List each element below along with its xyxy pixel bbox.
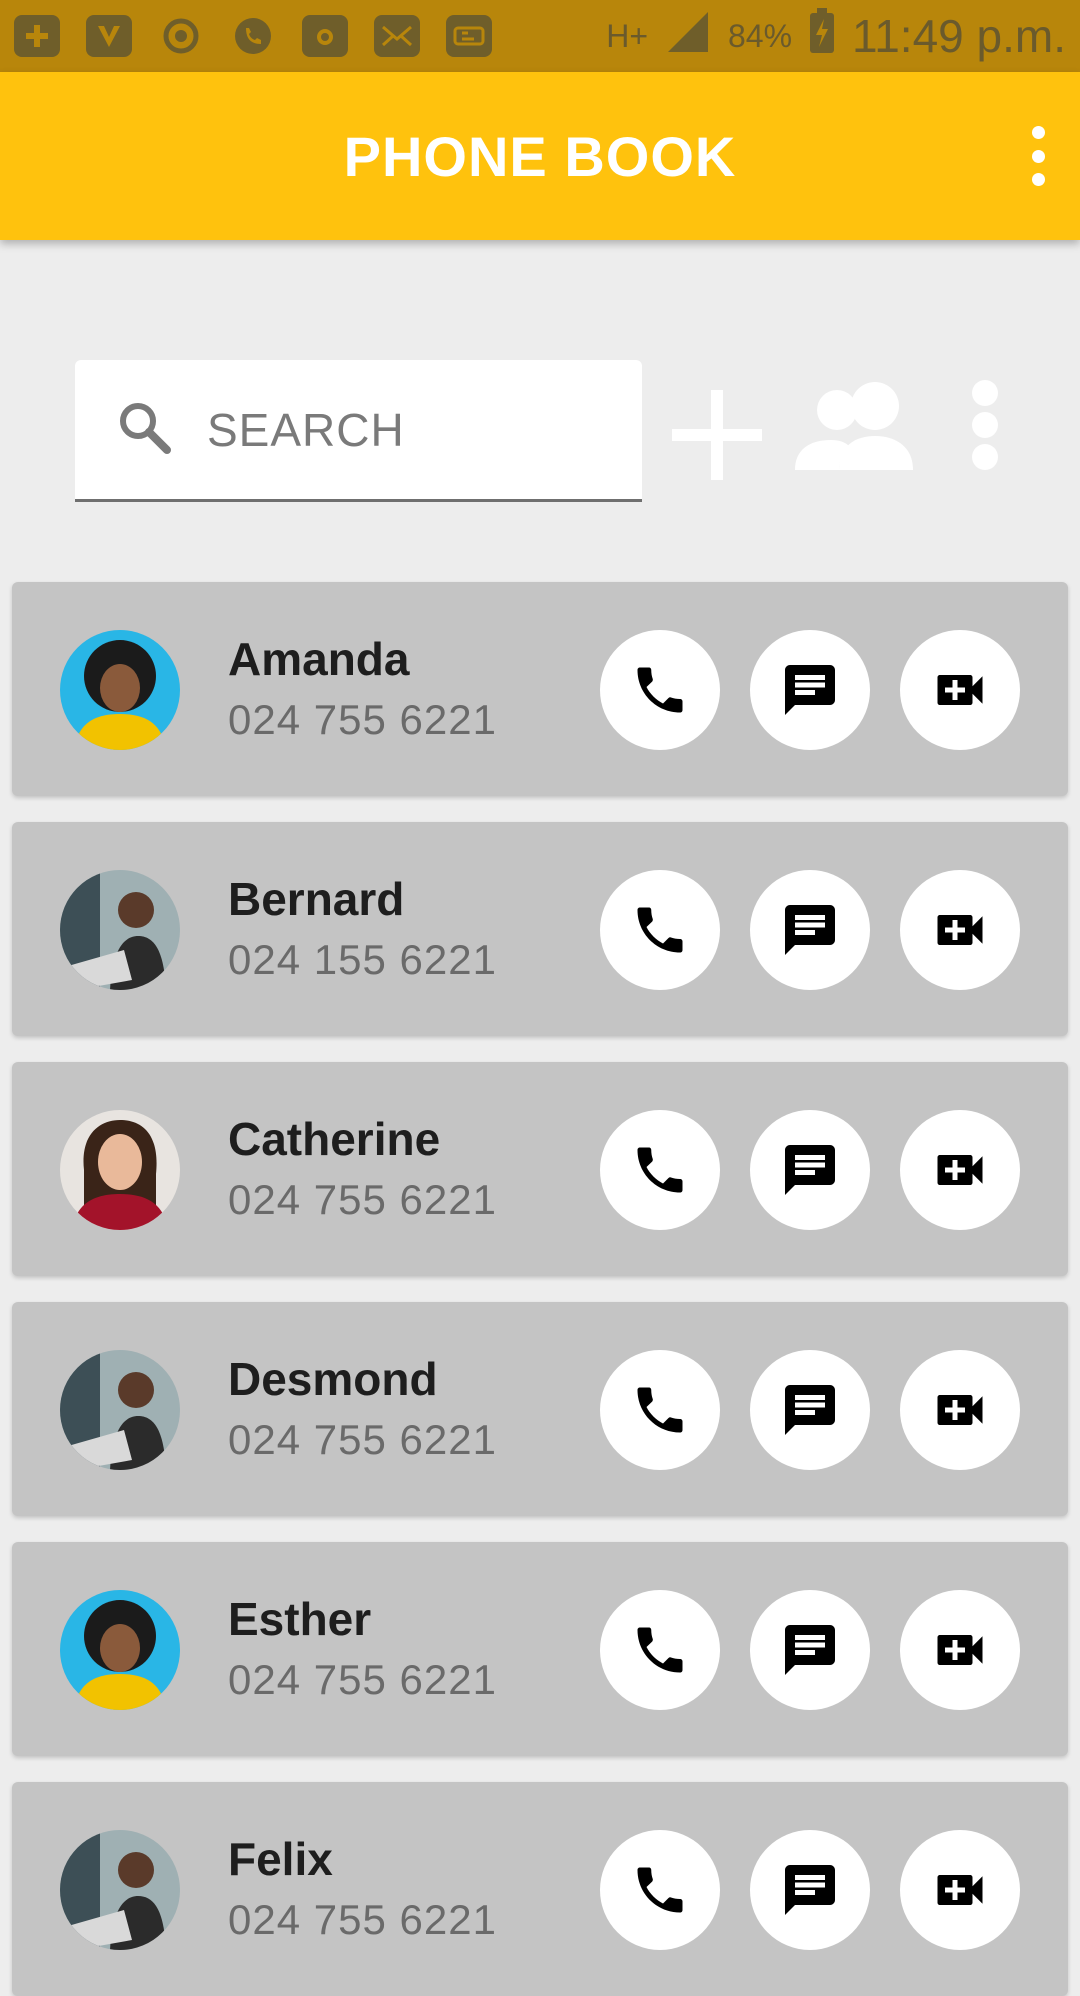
contact-name: Catherine	[228, 1113, 441, 1165]
contact-card[interactable]: Esther 024 755 6221	[12, 1542, 1068, 1756]
signal-icon	[664, 8, 712, 65]
add-notification-icon	[14, 15, 60, 57]
battery-percentage: 84%	[728, 17, 793, 54]
contact-name: Amanda	[228, 633, 410, 685]
video-call-button[interactable]	[900, 1590, 1020, 1710]
dot-icon	[1031, 173, 1045, 186]
message-icon	[785, 1145, 835, 1195]
search-icon	[115, 398, 173, 461]
dot-icon	[972, 380, 998, 406]
contact-name: Felix	[228, 1833, 333, 1885]
contact-card[interactable]: Felix 024 755 6221	[12, 1782, 1068, 1996]
avatar	[60, 1350, 180, 1470]
search-input[interactable]: SEARCH	[75, 360, 642, 502]
avatar	[60, 870, 180, 990]
video-call-icon	[937, 1155, 983, 1185]
contact-phone: 024 755 6221	[228, 1176, 497, 1223]
contact-name: Bernard	[228, 873, 405, 925]
contact-card[interactable]: Bernard 024 155 6221	[12, 822, 1068, 1036]
message-icon	[785, 1625, 835, 1675]
phone-icon	[637, 1627, 683, 1673]
plus-icon	[672, 390, 762, 480]
video-call-icon	[937, 1395, 983, 1425]
contact-name: Desmond	[228, 1353, 438, 1405]
message-icon	[785, 1385, 835, 1435]
whatsapp-icon	[230, 15, 276, 57]
call-button[interactable]	[600, 630, 720, 750]
groups-button[interactable]	[795, 380, 917, 475]
video-call-button[interactable]	[900, 870, 1020, 990]
v-app-icon	[86, 15, 132, 57]
dot-icon	[972, 444, 998, 470]
contact-name: Esther	[228, 1593, 372, 1645]
sim-card-icon	[446, 15, 492, 57]
status-bar: H+ 84% 11:49 p.m.	[0, 0, 1080, 72]
avatar	[60, 1830, 180, 1950]
message-button[interactable]	[750, 630, 870, 750]
dot-icon	[972, 412, 998, 438]
phone-icon	[637, 667, 683, 713]
message-icon	[785, 1865, 835, 1915]
message-button[interactable]	[750, 1350, 870, 1470]
video-call-icon	[937, 675, 983, 705]
call-button[interactable]	[600, 1590, 720, 1710]
overflow-menu-button[interactable]	[1018, 126, 1058, 186]
phone-icon	[637, 1867, 683, 1913]
battery-charging-icon	[808, 7, 836, 66]
video-call-button[interactable]	[900, 630, 1020, 750]
video-call-button[interactable]	[900, 1350, 1020, 1470]
contact-phone: 024 755 6221	[228, 1896, 497, 1943]
phone-icon	[637, 1147, 683, 1193]
avatar	[60, 1110, 180, 1230]
video-call-icon	[937, 915, 983, 945]
message-button[interactable]	[750, 1110, 870, 1230]
video-call-icon	[937, 1635, 983, 1665]
message-button[interactable]	[750, 1590, 870, 1710]
call-button[interactable]	[600, 870, 720, 990]
video-call-icon	[937, 1875, 983, 1905]
search-placeholder: SEARCH	[207, 403, 405, 456]
page-title: PHONE BOOK	[343, 124, 737, 188]
phone-icon	[637, 907, 683, 953]
mail-icon	[374, 15, 420, 57]
contact-phone: 024 755 6221	[228, 1656, 497, 1703]
contact-card[interactable]: Catherine 024 755 6221	[12, 1062, 1068, 1276]
call-button[interactable]	[600, 1110, 720, 1230]
contact-phone: 024 755 6221	[228, 1416, 497, 1463]
message-icon	[785, 905, 835, 955]
app-bar: PHONE BOOK	[0, 72, 1080, 240]
avatar	[60, 630, 180, 750]
more-options-button[interactable]	[968, 380, 1002, 470]
clock: 11:49 p.m.	[852, 10, 1066, 62]
contact-phone: 024 755 6221	[228, 696, 497, 743]
call-button[interactable]	[600, 1830, 720, 1950]
camera-icon	[302, 15, 348, 57]
message-icon	[785, 665, 835, 715]
phone-icon	[637, 1387, 683, 1433]
contact-card[interactable]: Amanda 024 755 6221	[12, 582, 1068, 796]
sync-icon	[158, 15, 204, 57]
system-status: H+ 84% 11:49 p.m.	[606, 7, 1066, 66]
message-button[interactable]	[750, 870, 870, 990]
video-call-button[interactable]	[900, 1830, 1020, 1950]
contact-card[interactable]: Desmond 024 755 6221	[12, 1302, 1068, 1516]
dot-icon	[1031, 149, 1045, 163]
message-button[interactable]	[750, 1830, 870, 1950]
network-type-label: H+	[606, 17, 648, 54]
notification-icons	[14, 15, 492, 57]
call-button[interactable]	[600, 1350, 720, 1470]
add-contact-button[interactable]	[672, 390, 762, 485]
video-call-button[interactable]	[900, 1110, 1020, 1230]
avatar	[60, 1590, 180, 1710]
people-icon	[795, 382, 913, 470]
dot-icon	[1031, 126, 1045, 139]
contact-phone: 024 155 6221	[228, 936, 497, 983]
